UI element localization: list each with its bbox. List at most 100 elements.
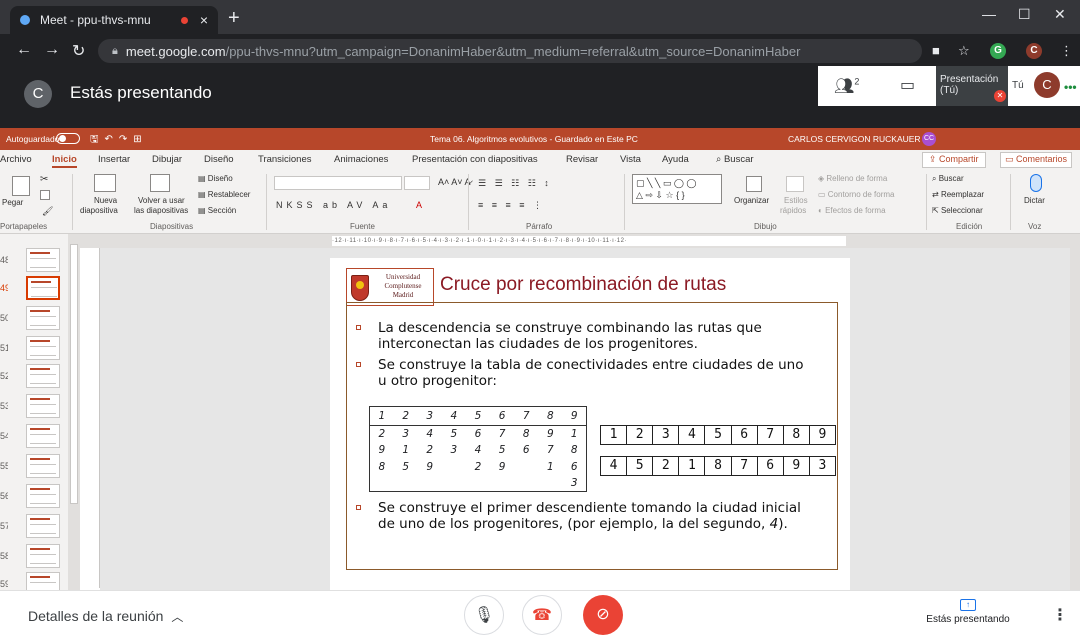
- close-window-icon[interactable]: ✕: [1054, 6, 1066, 23]
- font-format-icons[interactable]: NKSS ab AV Aa: [276, 200, 391, 210]
- arrange-label[interactable]: Organizar: [734, 196, 769, 205]
- canvas-scrollbar[interactable]: [1070, 248, 1080, 590]
- quick-access-toolbar[interactable]: 🖫↶↷⊞: [90, 132, 148, 149]
- replace-button[interactable]: ⇄ Reemplazar: [932, 190, 984, 199]
- quick-styles-label[interactable]: Estilos: [784, 196, 808, 205]
- ribbon-search[interactable]: ⌕ Buscar: [716, 154, 754, 165]
- self-avatar[interactable]: C: [1034, 72, 1060, 98]
- shape-fill-button[interactable]: ◈ Relleno de forma: [818, 174, 887, 183]
- account-avatar[interactable]: CC: [922, 132, 936, 146]
- hang-up-button[interactable]: ☎︎: [522, 595, 562, 635]
- reuse-slides-icon[interactable]: [150, 174, 170, 192]
- tab-revisar[interactable]: Revisar: [566, 154, 598, 165]
- bookmark-star-icon[interactable]: ☆: [958, 43, 970, 59]
- list-icons[interactable]: ☰ ☰ ☷ ☷ ↕: [478, 178, 552, 189]
- camera-in-use-icon[interactable]: ■: [932, 43, 940, 58]
- more-options-icon[interactable]: ⋮: [1052, 605, 1068, 625]
- new-tab-button[interactable]: +: [228, 8, 240, 28]
- slide-thumb-53[interactable]: 53: [0, 394, 66, 420]
- tab-presentacion[interactable]: Presentación con diapositivas: [412, 154, 538, 165]
- chrome-menu-icon[interactable]: ⋮: [1060, 43, 1073, 59]
- slide-thumb-59[interactable]: 59: [0, 572, 66, 590]
- select-button[interactable]: ⇱ Seleccionar: [932, 206, 983, 215]
- reload-icon[interactable]: ↻: [72, 41, 85, 61]
- presentation-tile[interactable]: Presentación (Tú) ✕: [936, 66, 1008, 106]
- close-tab-icon[interactable]: ×: [200, 12, 208, 28]
- tab-ayuda[interactable]: Ayuda: [662, 154, 689, 165]
- slide-thumb-57[interactable]: 57: [0, 514, 66, 540]
- new-slide-label[interactable]: Nueva: [94, 196, 117, 205]
- slide-thumb-50[interactable]: 50: [0, 306, 66, 332]
- extension-icon[interactable]: G: [990, 43, 1006, 59]
- dictate-button[interactable]: Dictar: [1024, 196, 1045, 205]
- tab-dibujar[interactable]: Dibujar: [152, 154, 182, 165]
- arrange-icon[interactable]: [746, 176, 762, 192]
- slide-thumb-49[interactable]: 49: [0, 276, 66, 302]
- autosave-toggle[interactable]: [56, 133, 80, 144]
- paste-icon[interactable]: [12, 176, 30, 196]
- slide-thumb-48[interactable]: 48: [0, 248, 66, 274]
- slide-thumb-51[interactable]: 51: [0, 336, 66, 362]
- thumbnails-scrollbar[interactable]: [68, 234, 80, 590]
- slide-thumb-55[interactable]: 55: [0, 454, 66, 480]
- microphone-icon[interactable]: [1030, 174, 1042, 192]
- minimize-icon[interactable]: —: [982, 6, 996, 22]
- table-cell: 5: [450, 427, 458, 440]
- bullet-3[interactable]: Se construye el primer descendiente toma…: [356, 500, 816, 552]
- profile-avatar[interactable]: C: [1026, 43, 1042, 59]
- slide-thumb-56[interactable]: 56: [0, 484, 66, 510]
- tab-inicio[interactable]: Inicio: [52, 154, 77, 168]
- tab-insertar[interactable]: Insertar: [98, 154, 130, 165]
- tab-animaciones[interactable]: Animaciones: [334, 154, 388, 165]
- copy-icon[interactable]: [40, 190, 50, 200]
- browser-tab[interactable]: Meet - ppu-thvs-mnu ×: [10, 6, 218, 34]
- back-icon[interactable]: ←: [16, 41, 32, 59]
- chat-icon[interactable]: ▭: [900, 75, 915, 95]
- comments-button[interactable]: ▭ Comentarios: [1000, 152, 1073, 168]
- tab-vista[interactable]: Vista: [620, 154, 641, 165]
- tab-diseno[interactable]: Diseño: [204, 154, 234, 165]
- new-slide-icon[interactable]: [94, 174, 116, 192]
- font-color-icon[interactable]: A: [416, 200, 422, 210]
- people-icon[interactable]: 👥︎2: [834, 76, 859, 96]
- cut-icon[interactable]: ✂: [40, 174, 48, 185]
- bullet-2[interactable]: Se construye la tabla de conectividades …: [356, 357, 816, 391]
- slide-thumb-54[interactable]: 54: [0, 424, 66, 450]
- paste-button[interactable]: Pegar: [2, 198, 23, 207]
- table-cell: 5: [402, 460, 409, 473]
- tab-transiciones[interactable]: Transiciones: [258, 154, 312, 165]
- slide-thumb-image: [26, 572, 60, 590]
- share-button[interactable]: ⇪ Compartir: [922, 152, 986, 168]
- tab-archivo[interactable]: Archivo: [0, 154, 32, 165]
- bullet-1[interactable]: La descendencia se construye combinando …: [356, 320, 816, 354]
- forward-icon[interactable]: →: [44, 41, 60, 59]
- reset-button[interactable]: ▤ Restablecer: [198, 190, 250, 199]
- shape-outline-button[interactable]: ▭ Contorno de forma: [818, 190, 894, 199]
- address-bar[interactable]: 🔒︎ meet.google.com/ppu-thvs-mnu?utm_camp…: [98, 39, 922, 63]
- slide-thumb-52[interactable]: 52: [0, 364, 66, 390]
- format-painter-icon[interactable]: 🖌︎: [42, 206, 53, 217]
- thumbnails-scroll-thumb[interactable]: [70, 244, 78, 504]
- shapes-icons-2: △ ⇨ ⇩ ☆ { }: [636, 190, 685, 200]
- layout-button[interactable]: ▤ Diseño: [198, 174, 233, 183]
- slide-thumb-58[interactable]: 58: [0, 544, 66, 570]
- slide-title[interactable]: Cruce por recombinación de rutas: [440, 274, 726, 296]
- font-name-box[interactable]: [274, 176, 402, 190]
- shape-effects-button[interactable]: ◐ Efectos de forma: [818, 206, 886, 215]
- meeting-details-button[interactable]: Detalles de la reunión ︿: [28, 608, 183, 625]
- font-size-box[interactable]: [404, 176, 430, 190]
- maximize-icon[interactable]: ☐: [1018, 6, 1031, 23]
- section-button[interactable]: ▤ Sección: [198, 206, 236, 215]
- quick-styles-icon[interactable]: [786, 176, 804, 192]
- align-icons[interactable]: ≡ ≡ ≡ ≡ ⋮: [478, 200, 545, 211]
- camera-off-button[interactable]: ⊘: [583, 595, 623, 635]
- reuse-slides-label[interactable]: Volver a usar: [138, 196, 185, 205]
- font-grow-icon[interactable]: A˄ A˅ A̷: [438, 177, 471, 187]
- presenting-button[interactable]: ↑ Estás presentando: [922, 599, 1014, 625]
- microphone-button[interactable]: 🎙︎: [464, 595, 504, 635]
- new-slide-label-2[interactable]: diapositiva: [80, 206, 118, 215]
- find-button[interactable]: ⌕ Buscar: [932, 174, 964, 184]
- more-participants-icon[interactable]: •••: [1064, 80, 1077, 94]
- quick-styles-label-2[interactable]: rápidos: [780, 206, 806, 215]
- reuse-slides-label-2[interactable]: las diapositivas: [134, 206, 188, 215]
